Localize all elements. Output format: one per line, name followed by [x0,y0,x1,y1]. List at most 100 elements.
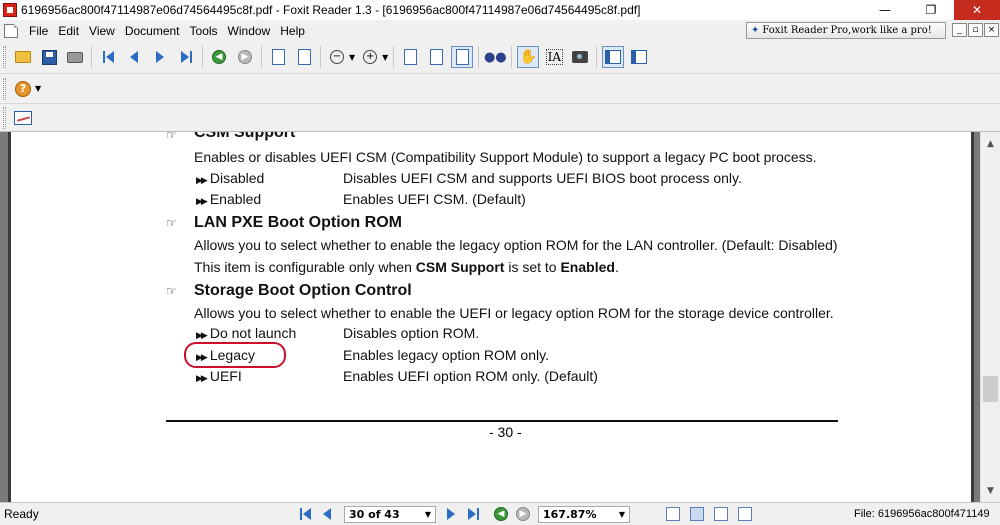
zoom-field[interactable]: 167.87% ▼ [538,505,630,523]
single-page-view-button[interactable] [666,507,680,521]
pointing-hand-icon: ☞ [166,216,177,230]
fit-page-button[interactable] [425,46,447,68]
doc-restore-button[interactable]: ▫ [968,23,983,37]
zoom-out-button[interactable]: − [326,46,348,68]
scrollbar-thumb[interactable] [983,376,998,402]
first-page-button[interactable] [97,46,119,68]
toolbar-grip[interactable] [3,77,6,100]
section-heading-lan-pxe: LAN PXE Boot Option ROM [194,214,402,231]
title-bar: 6196956ac800f47114987e06d74564495c8f.pdf… [0,0,1000,20]
zoom-in-dropdown-icon[interactable]: ▼ [382,53,388,62]
toolbar-grip[interactable] [3,46,6,68]
save-button[interactable] [38,46,60,68]
actual-size-button[interactable] [399,46,421,68]
open-button[interactable] [12,46,34,68]
menu-document[interactable]: Document [120,24,185,38]
foxit-app-icon [3,3,17,17]
menu-edit[interactable]: Edit [53,24,84,38]
document-icon[interactable] [4,23,18,38]
select-text-button[interactable]: IA [543,46,565,68]
sign-button[interactable] [12,107,34,129]
status-first-page-button[interactable] [296,505,314,523]
option-row: ▶▶ Disabled [196,170,265,186]
chevron-down-icon: ▼ [424,509,431,519]
toolbar-separator [91,46,92,68]
find-button[interactable]: ●● [483,46,507,68]
page-number-label: - 30 - [489,424,522,440]
minimize-button[interactable]: — [862,0,908,20]
binoculars-icon: ●● [483,49,507,65]
signature-icon [14,110,32,125]
rotate-right-icon [297,49,311,65]
snapshot-button[interactable] [569,46,591,68]
continuous-facing-view-button[interactable] [738,507,752,521]
help-dropdown-icon[interactable]: ▼ [35,84,41,93]
bookmarks-panel-button[interactable] [602,46,625,68]
menu-file[interactable]: File [24,24,53,38]
toolbar-separator [320,46,321,68]
back-arrow-icon: ◀ [494,507,508,521]
hand-tool-button[interactable]: ✋ [517,46,540,68]
arrow-panel-icon [631,50,648,64]
menu-window[interactable]: Window [223,24,276,38]
option-description: Disables UEFI CSM and supports UEFI BIOS… [343,170,742,186]
status-forward-button[interactable]: ▶ [514,505,532,523]
menu-tools[interactable]: Tools [185,24,223,38]
option-description: Enables legacy option ROM only. [343,347,549,363]
status-back-button[interactable]: ◀ [492,505,510,523]
page-number-field[interactable]: 30 of 43 ▼ [344,505,436,523]
vertical-scrollbar[interactable]: ▲ ▼ [980,132,1000,502]
first-page-icon [299,508,302,520]
layer-panel-button[interactable] [628,46,650,68]
double-arrow-icon: ▶▶ [196,175,208,185]
maximize-button[interactable]: ❐ [908,0,954,20]
rotate-left-button[interactable] [267,46,289,68]
highlight-annotation [184,342,286,368]
go-forward-button[interactable]: ▶ [234,46,256,68]
next-page-button[interactable] [149,46,171,68]
scroll-down-icon[interactable]: ▼ [981,482,1000,499]
toolbar-separator [596,46,598,68]
toolbar-separator [261,46,262,68]
status-next-page-button[interactable] [442,505,460,523]
zoom-out-dropdown-icon[interactable]: ▼ [349,53,355,62]
footer-rule [166,420,838,422]
hand-icon: ✋ [519,49,538,65]
status-previous-page-button[interactable] [318,505,336,523]
toolbar-grip[interactable] [3,106,6,129]
fit-width-button[interactable] [451,46,474,68]
promo-banner[interactable]: ✦ Foxit Reader Pro,work like a pro! [746,22,946,39]
file-info: File: 6196956ac800f471149 [854,508,990,520]
status-bar: Ready 30 of 43 ▼ ◀ ▶ 167.87% ▼ File: 61969… [0,502,1000,525]
status-text: Ready [4,507,39,521]
section-note-lan-pxe: This item is configurable only when CSM … [194,259,619,275]
pdf-page[interactable]: CSM Support ☞ Enables or disables UEFI C… [8,132,974,502]
doc-close-button[interactable]: × [984,23,999,37]
forward-arrow-icon: ▶ [516,507,530,521]
facing-view-button[interactable] [714,507,728,521]
doc-minimize-button[interactable]: _ [952,23,967,37]
window-title: 6196956ac800f47114987e06d74564495c8f.pdf… [21,3,641,17]
scroll-up-icon[interactable]: ▲ [981,135,1000,152]
fit-width-icon [455,49,469,65]
continuous-view-button[interactable] [690,507,704,521]
status-last-page-button[interactable] [464,505,482,523]
bookmarks-panel-icon [605,50,622,64]
go-back-button[interactable]: ◀ [208,46,230,68]
zoom-in-button[interactable]: + [359,46,381,68]
pointing-hand-icon: ☞ [166,284,177,298]
previous-page-button[interactable] [123,46,145,68]
last-page-button[interactable] [175,46,197,68]
menu-help[interactable]: Help [275,24,310,38]
rotate-right-button[interactable] [293,46,315,68]
forward-arrow-icon: ▶ [238,50,252,64]
print-button[interactable] [64,46,86,68]
help-button[interactable]: ? [12,78,34,100]
section-desc-storage-boot: Allows you to select whether to enable t… [194,305,834,321]
main-toolbar: ◀ ▶ − ▼ + ▼ ●● ✋ IA [0,41,1000,74]
last-page-icon [467,508,476,520]
close-button[interactable]: ✕ [954,0,1000,20]
next-page-icon [156,51,164,63]
menu-view[interactable]: View [84,24,120,38]
pointing-hand-icon: ☞ [166,132,177,142]
